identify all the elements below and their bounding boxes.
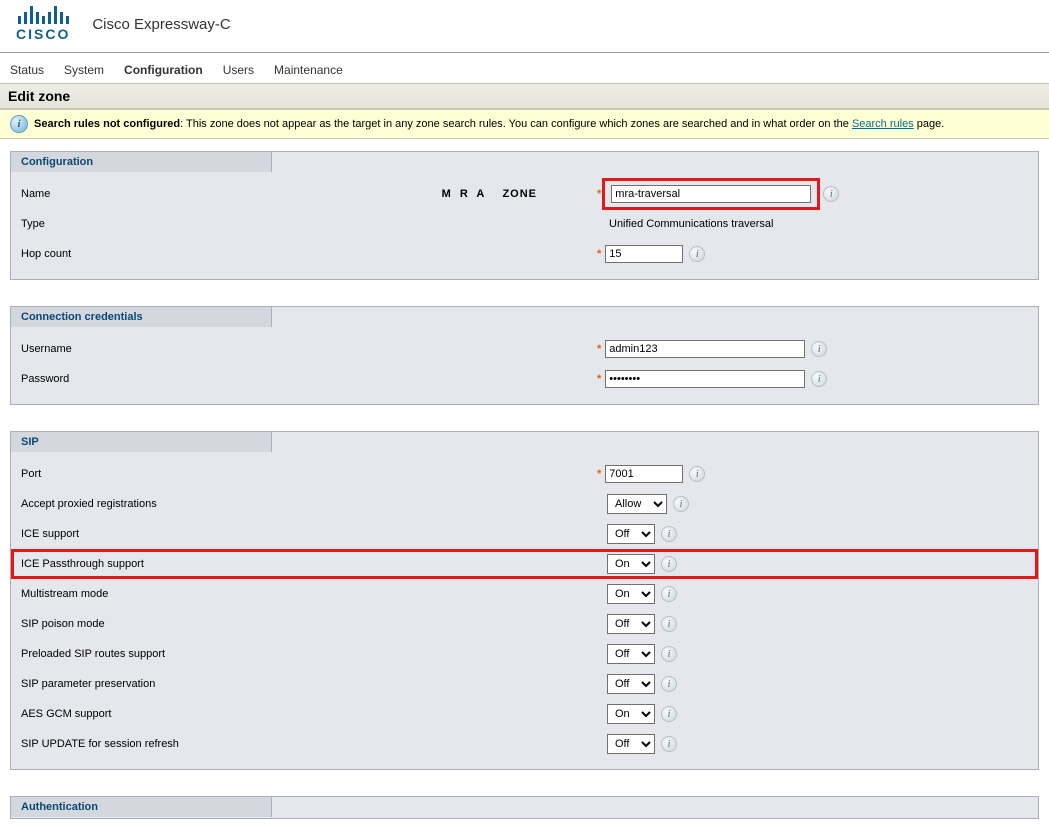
label-poison: SIP poison mode <box>21 618 597 630</box>
section-legend-auth: Authentication <box>10 796 272 817</box>
port-input[interactable] <box>605 465 683 483</box>
required-star: * <box>597 343 601 355</box>
row-ice-passthrough: ICE Passthrough support On i <box>11 549 1038 579</box>
preload-select[interactable]: Off <box>607 644 655 664</box>
app-header: CISCO Cisco Expressway-C <box>0 0 1049 53</box>
label-username: Username <box>21 343 597 355</box>
multistream-select[interactable]: On <box>607 584 655 604</box>
label-name: Name <box>21 188 442 200</box>
required-star: * <box>597 188 601 200</box>
row-accept: Accept proxied registrations Allow i <box>11 489 1038 519</box>
label-preload: Preloaded SIP routes support <box>21 648 597 660</box>
info-icon[interactable]: i <box>811 371 827 387</box>
tab-configuration[interactable]: Configuration <box>124 63 203 77</box>
username-input[interactable] <box>605 340 805 358</box>
row-password: Password * i <box>11 364 1038 394</box>
label-hop: Hop count <box>21 248 597 260</box>
notification-bar: i Search rules not configured: This zone… <box>0 109 1049 139</box>
row-type: Type Unified Communications traversal <box>11 209 1038 239</box>
configuration-section: Configuration Name M R A ZONE * i Type <box>10 151 1039 280</box>
product-name: Cisco Expressway-C <box>92 16 230 33</box>
label-password: Password <box>21 373 597 385</box>
label-aes: AES GCM support <box>21 708 597 720</box>
info-icon[interactable]: i <box>661 646 677 662</box>
cisco-logo: CISCO <box>16 6 70 42</box>
section-legend-configuration: Configuration <box>10 151 272 172</box>
decor-mra: M R A <box>442 188 488 200</box>
row-update: SIP UPDATE for session refresh Off i <box>11 729 1038 759</box>
tab-system[interactable]: System <box>64 63 104 77</box>
label-type: Type <box>21 218 597 230</box>
required-star: * <box>597 373 601 385</box>
info-icon[interactable]: i <box>661 616 677 632</box>
section-legend-connection: Connection credentials <box>10 306 272 327</box>
row-hop: Hop count * i <box>11 239 1038 269</box>
hop-input[interactable] <box>605 245 683 263</box>
info-icon[interactable]: i <box>823 186 839 202</box>
poison-select[interactable]: Off <box>607 614 655 634</box>
auth-section: Authentication <box>10 796 1039 819</box>
row-preload: Preloaded SIP routes support Off i <box>11 639 1038 669</box>
aes-select[interactable]: On <box>607 704 655 724</box>
row-username: Username * i <box>11 334 1038 364</box>
row-poison: SIP poison mode Off i <box>11 609 1038 639</box>
required-star: * <box>597 248 601 260</box>
info-icon[interactable]: i <box>661 586 677 602</box>
row-port: Port * i <box>11 459 1038 489</box>
required-star: * <box>597 468 601 480</box>
decor-zone: ZONE <box>502 188 537 200</box>
info-icon[interactable]: i <box>689 246 705 262</box>
row-aes: AES GCM support On i <box>11 699 1038 729</box>
label-update: SIP UPDATE for session refresh <box>21 738 597 750</box>
ice-select[interactable]: Off <box>607 524 655 544</box>
connection-section: Connection credentials Username * i Pass… <box>10 306 1039 405</box>
section-legend-sip: SIP <box>10 431 272 452</box>
ice-passthrough-select[interactable]: On <box>607 554 655 574</box>
password-input[interactable] <box>605 370 805 388</box>
info-icon[interactable]: i <box>811 341 827 357</box>
info-icon[interactable]: i <box>661 556 677 572</box>
row-ice: ICE support Off i <box>11 519 1038 549</box>
search-rules-link[interactable]: Search rules <box>852 118 914 130</box>
info-icon[interactable]: i <box>661 676 677 692</box>
name-input[interactable] <box>611 185 811 203</box>
info-icon: i <box>10 115 28 133</box>
type-value: Unified Communications traversal <box>609 218 773 230</box>
main-nav: Status System Configuration Users Mainte… <box>0 53 1049 83</box>
row-param: SIP parameter preservation Off i <box>11 669 1038 699</box>
info-icon[interactable]: i <box>661 706 677 722</box>
label-port: Port <box>21 468 597 480</box>
row-multistream: Multistream mode On i <box>11 579 1038 609</box>
tab-status[interactable]: Status <box>10 63 44 77</box>
update-select[interactable]: Off <box>607 734 655 754</box>
label-param: SIP parameter preservation <box>21 678 597 690</box>
info-icon[interactable]: i <box>673 496 689 512</box>
row-name: Name M R A ZONE * i <box>11 179 1038 209</box>
label-accept: Accept proxied registrations <box>21 498 597 510</box>
accept-select[interactable]: Allow <box>607 494 667 514</box>
page-title: Edit zone <box>0 83 1049 109</box>
tab-maintenance[interactable]: Maintenance <box>274 63 343 77</box>
info-icon[interactable]: i <box>661 736 677 752</box>
label-ice: ICE support <box>21 528 597 540</box>
label-ice-passthrough: ICE Passthrough support <box>21 558 597 570</box>
info-icon[interactable]: i <box>661 526 677 542</box>
param-select[interactable]: Off <box>607 674 655 694</box>
label-multistream: Multistream mode <box>21 588 597 600</box>
info-icon[interactable]: i <box>689 466 705 482</box>
tab-users[interactable]: Users <box>223 63 254 77</box>
notification-text: Search rules not configured: This zone d… <box>34 118 944 130</box>
sip-section: SIP Port * i Accept proxied registration… <box>10 431 1039 770</box>
